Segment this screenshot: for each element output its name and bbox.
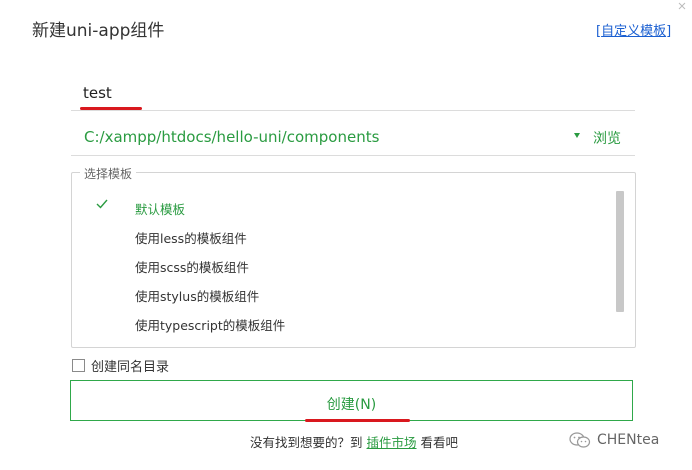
plugin-market-link[interactable]: 插件市场 [367, 435, 417, 450]
watermark-text: CHENtea [597, 432, 660, 448]
template-item-default[interactable]: 默认模板 [135, 199, 185, 218]
path-value[interactable]: C:/xampp/htdocs/hello-uni/components [84, 128, 379, 146]
close-icon[interactable] [676, 2, 688, 14]
custom-template-link[interactable]: [自定义模板] [596, 20, 671, 39]
footer-prefix: 没有找到想要的？到 [250, 435, 363, 450]
create-dir-checkbox[interactable] [72, 359, 85, 372]
annotation-underline-create [305, 419, 410, 422]
template-item-stylus[interactable]: 使用stylus的模板组件 [135, 286, 259, 305]
custom-template-label[interactable]: 自定义模板 [601, 24, 666, 39]
wechat-icon [569, 432, 591, 448]
create-button[interactable]: 创建(N) [70, 380, 633, 421]
template-legend: 选择模板 [80, 165, 137, 182]
template-item-typescript[interactable]: 使用typescript的模板组件 [135, 315, 285, 334]
check-icon [96, 199, 108, 209]
path-selector[interactable]: C:/xampp/htdocs/hello-uni/components 浏览 [71, 126, 635, 152]
create-button-label: 创建(N) [326, 397, 377, 413]
bracket-close: ] [666, 24, 672, 39]
path-underline [71, 155, 635, 156]
name-input-underline [71, 110, 635, 111]
footer-text: 没有找到想要的？到 插件市场 看看吧 [250, 432, 458, 451]
template-list-scrollbar[interactable] [616, 191, 624, 312]
template-item-less[interactable]: 使用less的模板组件 [135, 228, 247, 247]
template-item-scss[interactable]: 使用scss的模板组件 [135, 257, 249, 276]
annotation-underline-name [80, 107, 142, 110]
browse-button[interactable]: 浏览 [593, 128, 621, 148]
component-name-input[interactable] [83, 82, 383, 104]
footer-suffix: 看看吧 [420, 435, 459, 450]
create-dir-label[interactable]: 创建同名目录 [91, 356, 169, 375]
dialog-title: 新建uni-app组件 [32, 21, 165, 41]
dropdown-arrow-icon[interactable] [574, 133, 580, 138]
